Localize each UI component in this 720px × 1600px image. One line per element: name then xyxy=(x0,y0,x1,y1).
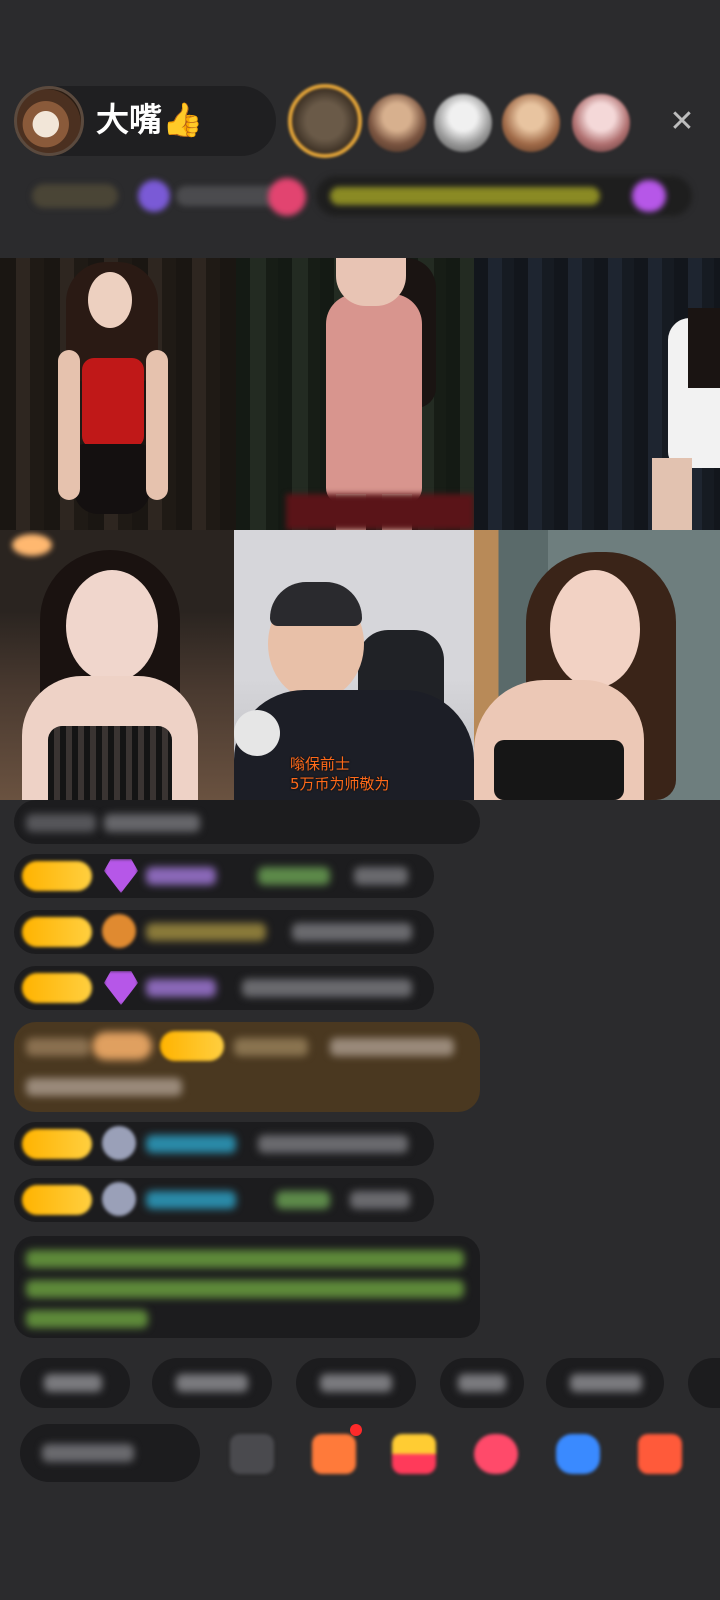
performer-outfit xyxy=(48,726,172,800)
performer-face xyxy=(66,570,158,682)
level-badge xyxy=(22,917,92,947)
microphone xyxy=(234,710,280,756)
chat-input-placeholder xyxy=(42,1444,134,1462)
chat-username[interactable] xyxy=(146,923,266,941)
performer-skirt xyxy=(74,444,150,514)
level-badge xyxy=(22,861,92,891)
fans-club-badge[interactable] xyxy=(138,180,170,212)
quick-chip-text xyxy=(570,1374,642,1392)
chat-text xyxy=(350,1191,410,1209)
close-icon[interactable]: ✕ xyxy=(664,104,700,140)
heart-badge[interactable] xyxy=(268,178,306,216)
performer-outfit xyxy=(82,358,144,448)
gift-icon[interactable] xyxy=(632,180,666,212)
avatar-icon xyxy=(102,1126,136,1160)
viewer-avatar[interactable] xyxy=(368,94,426,152)
quick-chip-text xyxy=(320,1374,392,1392)
floor-decor xyxy=(286,494,474,530)
notification-dot xyxy=(350,1424,362,1436)
quick-chip-text xyxy=(44,1374,102,1392)
video-tile-6[interactable] xyxy=(474,530,720,800)
video-tile-1[interactable] xyxy=(0,258,236,530)
video-tile-3[interactable] xyxy=(474,258,720,530)
performer-leg xyxy=(652,458,692,530)
chat-username[interactable] xyxy=(234,1038,308,1056)
chat-icon[interactable] xyxy=(474,1434,518,1474)
level-badge xyxy=(22,1185,92,1215)
gift-box-icon[interactable] xyxy=(312,1434,356,1474)
system-notice-text xyxy=(26,1250,464,1268)
chat-text xyxy=(330,1038,454,1056)
rank-text[interactable] xyxy=(176,186,280,206)
host-name[interactable]: 大嘴👍 xyxy=(96,98,203,142)
performer-outfit xyxy=(494,740,624,800)
level-badge[interactable] xyxy=(32,184,118,208)
quick-chip-text xyxy=(458,1374,506,1392)
video-caption: 嗡保前士 5万币为师敬为 xyxy=(290,754,390,794)
notice-text xyxy=(330,187,600,205)
quick-chip-text xyxy=(176,1374,248,1392)
quick-chip[interactable] xyxy=(688,1358,720,1408)
performer-skin xyxy=(336,258,406,306)
chat-text xyxy=(276,1191,330,1209)
video-tile-2[interactable] xyxy=(236,258,474,530)
performer-face xyxy=(550,570,640,688)
performer-hair xyxy=(688,308,720,388)
chat-text xyxy=(26,1078,182,1096)
performer-face xyxy=(88,272,132,328)
message-icon[interactable] xyxy=(556,1434,600,1474)
viewer-avatar[interactable] xyxy=(502,94,560,152)
viewer-avatar[interactable] xyxy=(572,94,630,152)
chat-text xyxy=(354,867,408,885)
chat-username[interactable] xyxy=(146,867,216,885)
chat-username[interactable] xyxy=(146,979,216,997)
chat-message-highlight[interactable] xyxy=(14,1022,480,1112)
viewer-avatar[interactable] xyxy=(288,84,362,158)
chat-text xyxy=(26,1038,90,1056)
chat-text xyxy=(26,814,96,832)
chat-text xyxy=(258,1135,408,1153)
menu-icon[interactable] xyxy=(638,1434,682,1474)
level-badge xyxy=(22,1129,92,1159)
chat-text xyxy=(104,814,200,832)
level-badge xyxy=(22,973,92,1003)
performer-arm xyxy=(58,350,80,500)
performer-arm xyxy=(146,350,168,500)
emoji-icon[interactable] xyxy=(230,1434,274,1474)
vip-badge xyxy=(92,1032,152,1060)
chat-text xyxy=(258,867,330,885)
host-hair xyxy=(270,582,362,626)
room-info-row xyxy=(20,176,700,216)
chat-username[interactable] xyxy=(146,1135,236,1153)
level-badge xyxy=(160,1031,224,1061)
system-notice-text xyxy=(26,1280,464,1298)
video-tile-4[interactable] xyxy=(0,530,234,800)
lamp xyxy=(12,534,52,556)
chat-text xyxy=(292,923,412,941)
gift-icon[interactable] xyxy=(392,1434,436,1474)
system-notice-text xyxy=(26,1310,148,1328)
viewer-avatar[interactable] xyxy=(434,94,492,152)
caption-line-2: 5万币为师敬为 xyxy=(290,775,390,793)
performer-body xyxy=(326,294,422,504)
host-avatar[interactable] xyxy=(14,86,84,156)
chat-text xyxy=(242,979,412,997)
lollipop-icon xyxy=(102,914,136,948)
chat-username[interactable] xyxy=(146,1191,236,1209)
avatar-icon xyxy=(102,1182,136,1216)
caption-line-1: 嗡保前士 xyxy=(290,755,351,773)
